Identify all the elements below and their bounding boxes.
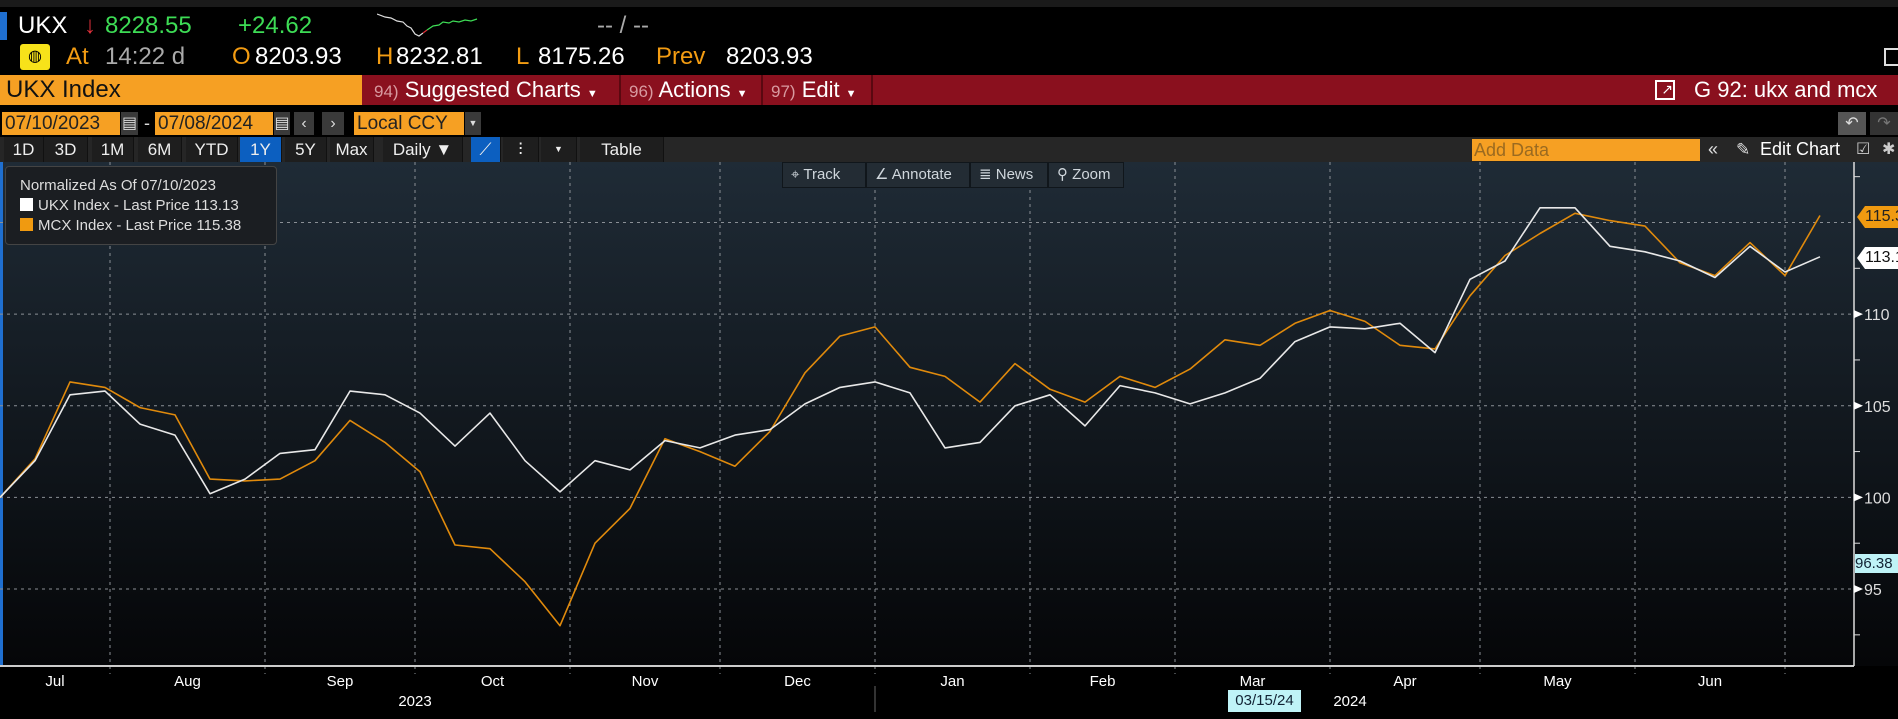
month-label: Apr [1393,673,1416,690]
y-tick-label: 110 [1864,307,1890,324]
legend-swatch [20,198,33,211]
month-label: Sep [327,673,354,690]
y-tick-marker [1854,585,1863,594]
y-tick-label: 95 [1864,582,1882,599]
month-label: Aug [174,673,201,690]
y-tick-marker [1854,310,1863,319]
chart-legend: Normalized As Of 07/10/2023 UKX Index - … [5,166,277,245]
y-tick-marker [1854,401,1863,410]
month-label: Mar [1240,673,1266,690]
legend-value: 115.38 [196,217,242,234]
month-label: May [1543,673,1572,690]
month-label: Jan [940,673,964,690]
legend-swatch [20,218,33,231]
legend-title: Normalized As Of 07/10/2023 [20,177,216,194]
month-label: Feb [1090,673,1116,690]
year-label: 2023 [398,693,431,710]
legend-label: UKX Index - Last Price [38,197,190,214]
news-tool[interactable]: ≣ News [970,162,1048,188]
legend-item-mcx[interactable]: MCX Index - Last Price 115.38 [20,216,276,236]
y-tick-label: 105 [1864,399,1891,416]
ukx-last-price-tag: 113.13 [1857,247,1898,269]
zoom-tool[interactable]: ⚲ Zoom [1048,162,1124,188]
month-label: Oct [481,673,505,690]
month-label: Dec [784,673,811,690]
tool-label: Annotate [891,166,952,183]
annotate-tool[interactable]: ∠ Annotate [866,162,970,188]
crosshair-icon: ⌖ [791,166,800,183]
news-icon: ≣ [979,166,992,183]
mcx-last-price-tag: 115.38 [1857,206,1898,228]
ukx-series-line [0,207,1821,498]
y-tick-marker [1854,493,1863,502]
mcx-series-line [0,212,1821,627]
tool-label: News [995,166,1034,183]
legend-value: 113.13 [193,197,239,214]
price-chart: Jul Aug Sep Oct Nov Dec Jan Feb Mar Apr May Jun 2023… [0,162,1891,712]
crosshair-date-label: 03/15/24 [1228,690,1301,712]
legend-label: MCX Index - Last Price [38,217,193,234]
month-label: Nov [632,673,659,690]
crosshair-value-label: 96.38 [1855,554,1898,573]
magnifier-icon: ⚲ [1057,166,1068,183]
track-tool[interactable]: ⌖ Track [782,162,866,188]
month-label: Jul [45,673,64,690]
legend-item-ukx[interactable]: UKX Index - Last Price 113.13 [20,196,276,216]
tool-label: Zoom [1072,166,1111,183]
tool-label: Track [803,166,841,183]
year-label: 2024 [1333,693,1366,710]
month-label: Jun [1698,673,1722,690]
annotate-icon: ∠ [875,166,889,183]
y-tick-label: 100 [1864,490,1891,507]
